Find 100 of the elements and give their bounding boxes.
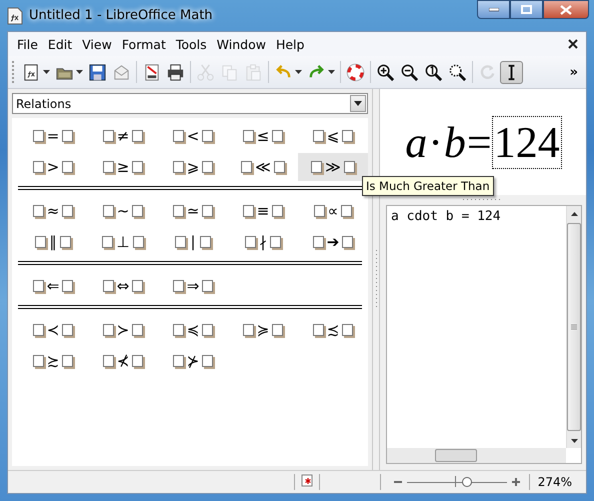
placeholder-icon (62, 355, 74, 367)
placeholder-icon (62, 280, 74, 292)
placeholder-icon (311, 161, 322, 173)
placeholder-icon (32, 205, 44, 217)
placeholder-icon (200, 236, 211, 248)
symbol-button[interactable]: ⇔ (88, 272, 158, 300)
symbol-button[interactable]: ≠ (88, 122, 158, 150)
menu-item[interactable]: Window (212, 34, 271, 54)
symbol-button[interactable]: ⩽ (298, 122, 368, 150)
placeholder-icon (270, 236, 281, 248)
menu-item[interactable]: View (77, 34, 117, 54)
symbol-button[interactable]: ⇒ (158, 272, 228, 300)
placeholder-icon (274, 161, 285, 173)
symbol-button[interactable]: < (158, 122, 228, 150)
placeholder-icon (172, 205, 184, 217)
slider-thumb[interactable] (462, 477, 472, 487)
window-title: Untitled 1 - LibreOffice Math (29, 8, 213, 23)
symbol-button[interactable]: ⊁ (158, 347, 228, 375)
placeholder-icon (272, 130, 284, 142)
placeholder-icon (132, 355, 144, 367)
menu-item[interactable]: Format (116, 34, 171, 54)
symbol-button[interactable]: ≥ (88, 153, 158, 181)
close-button[interactable] (543, 0, 589, 19)
menu-item[interactable]: Help (270, 34, 310, 54)
placeholder-icon (132, 324, 144, 336)
maximize-button[interactable] (510, 0, 543, 19)
placeholder-icon (202, 355, 214, 367)
symbol-button[interactable]: ≤ (228, 122, 298, 150)
menu-item[interactable]: File (12, 34, 43, 54)
splitter-handle-icon (374, 250, 378, 310)
caret-icon (328, 70, 335, 74)
symbol-button[interactable]: ≈ (18, 197, 88, 225)
symbol-button[interactable]: ⇐ (18, 272, 88, 300)
symbol-button[interactable]: = (18, 122, 88, 150)
placeholder-icon (202, 130, 214, 142)
placeholder-icon (132, 130, 144, 142)
symbol-button[interactable]: ≺ (18, 316, 88, 344)
symbol-button[interactable]: ➔ (298, 228, 368, 256)
caret-icon (43, 70, 50, 74)
scroll-down-icon[interactable] (570, 438, 578, 442)
symbol-button[interactable]: ∣ (158, 228, 228, 256)
save-icon (88, 62, 107, 82)
zoom-100-icon (424, 62, 443, 82)
category-dropdown[interactable]: Relations (12, 93, 368, 114)
placeholder-icon (32, 324, 44, 336)
vertical-scrollbar[interactable] (566, 206, 581, 448)
symbol-button[interactable]: > (18, 153, 88, 181)
symbol-button[interactable]: ⩾ (158, 153, 228, 181)
symbol-button[interactable]: ∥ (18, 228, 88, 256)
zoom-in-icon[interactable] (510, 477, 521, 487)
placeholder-icon (102, 236, 114, 248)
menu-item[interactable]: Tools (170, 34, 212, 54)
symbol-button[interactable]: ⊥ (88, 228, 158, 256)
symbol-button[interactable]: ∝ (298, 197, 368, 225)
symbol-button[interactable]: ⊀ (88, 347, 158, 375)
placeholder-icon (32, 130, 44, 142)
placeholder-icon (172, 324, 184, 336)
scroll-up-icon[interactable] (570, 212, 578, 216)
symbol-button[interactable]: ≿ (18, 347, 88, 375)
symbol-button[interactable]: ≻ (88, 316, 158, 344)
symbol-button[interactable]: ≫ (298, 153, 368, 181)
placeholder-icon (314, 205, 325, 217)
formula-document-icon (7, 6, 23, 24)
placeholder-icon (102, 205, 114, 217)
placeholder-icon (62, 130, 74, 142)
placeholder-icon (312, 324, 324, 336)
placeholder-icon (172, 280, 184, 292)
zoom-percentage: 274% (536, 475, 573, 489)
placeholder-icon (62, 161, 74, 173)
placeholder-icon (172, 161, 184, 173)
symbol-button[interactable]: ∤ (228, 228, 298, 256)
placeholder-icon (272, 324, 284, 336)
placeholder-icon (102, 161, 114, 173)
placeholder-icon (312, 236, 324, 248)
placeholder-icon (202, 161, 214, 173)
close-icon (568, 39, 578, 49)
symbol-button[interactable]: ≽ (228, 316, 298, 344)
formula-part: = (466, 116, 492, 168)
placeholder-icon (342, 130, 354, 142)
toolbar-button[interactable] (500, 60, 523, 84)
symbol-button[interactable]: ≡ (228, 197, 298, 225)
formula-part: 124 (492, 116, 561, 168)
placeholder-icon (102, 324, 114, 336)
symbol-button[interactable]: ≪ (228, 153, 298, 181)
placeholder-icon (132, 205, 144, 217)
placeholder-icon (341, 205, 352, 217)
symbol-button[interactable]: ≃ (158, 197, 228, 225)
placeholder-icon (62, 205, 74, 217)
placeholder-icon (132, 280, 144, 292)
refresh-icon (478, 62, 497, 82)
menu-item[interactable]: Edit (42, 34, 78, 54)
symbol-button[interactable]: ≾ (298, 316, 368, 344)
lifebuoy-icon (346, 62, 365, 82)
horizontal-scrollbar[interactable] (387, 448, 566, 463)
toolbar-overflow-button[interactable]: » (566, 64, 582, 80)
minimize-icon (488, 8, 498, 12)
placeholder-icon (102, 130, 114, 142)
symbol-button[interactable]: ≼ (158, 316, 228, 344)
minimize-button[interactable] (477, 0, 510, 19)
symbol-button[interactable]: ∼ (88, 197, 158, 225)
